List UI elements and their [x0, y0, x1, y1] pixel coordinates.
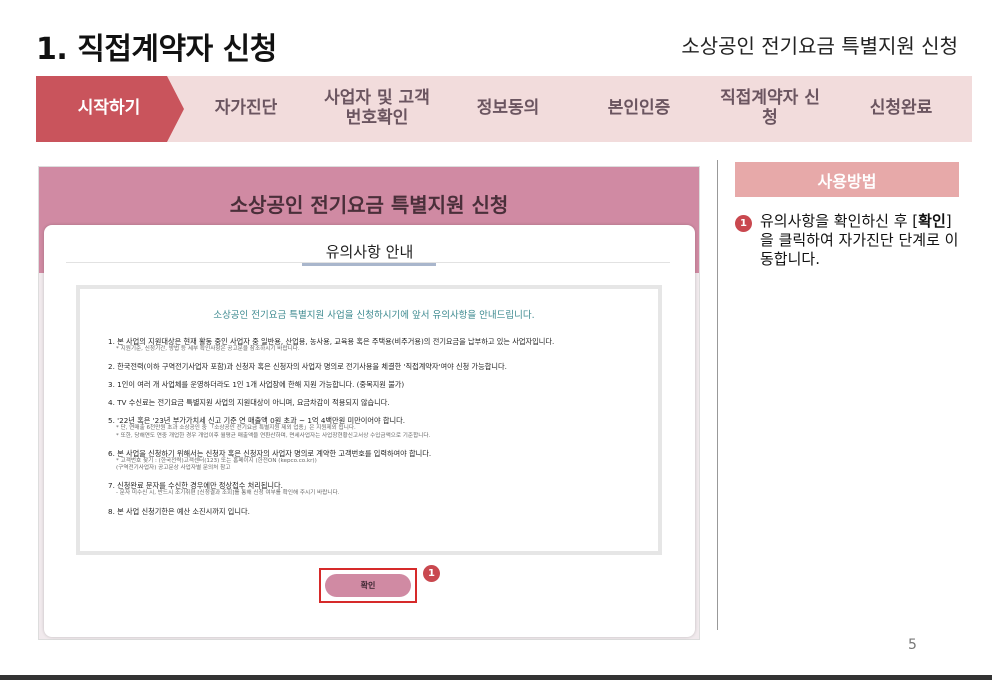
notice-intro: 소상공인 전기요금 특별지원 사업을 신청하시기에 앞서 유의사항을 안내드립니… [213, 310, 535, 321]
notice-item: 5. '22년 혹은 '23년 부가가치세 신고 기준 연 매출액 0원 초과 … [108, 416, 640, 440]
screenshot-frame: 소상공인 전기요금 특별지원 신청 유의사항 안내 소상공인 전기요금 특별지원… [38, 166, 700, 640]
notice-item-subnote: * 고객번호 찾기 : (한국전력)고객센터(123) 또는 홈페이지 (한전O… [116, 457, 317, 464]
step-direct-contract-application: 직접계약자 신청 [691, 76, 841, 142]
page-subtitle: 소상공인 전기요금 특별지원 신청 [681, 34, 958, 58]
notice-item-text: 5. '22년 혹은 '23년 부가가치세 신고 기준 연 매출액 0원 초과 … [108, 416, 406, 426]
notice-panel: 유의사항 안내 소상공인 전기요금 특별지원 사업을 신청하시기에 앞서 유의사… [44, 225, 695, 637]
screenshot-title: 소상공인 전기요금 특별지원 신청 [229, 193, 509, 217]
notice-item-subnote: * 단, 연매출 6천만원 초과 소상공인 중 「소상공인 전기요금 특별지원 … [116, 425, 356, 432]
notice-item-text: 3. 1인이 여러 개 사업체를 운영하더라도 1인 1개 사업장에 한해 지원… [108, 380, 405, 390]
notice-item: 2. 한국전력(이하 구역전기사업자 포함)과 신청자 혹은 신청자의 사업자 … [108, 362, 640, 371]
progress-steps: 시작하기 자가진단 사업자 및 고객번호확인 정보동의 본인인증 직접계약자 신… [36, 76, 972, 142]
notice-item: 8. 본 사업 신청기한은 예산 소진시까지 입니다. [108, 507, 640, 516]
notice-item-text: 8. 본 사업 신청기한은 예산 소진시까지 입니다. [108, 506, 250, 516]
notice-item-text: 2. 한국전력(이하 구역전기사업자 포함)과 신청자 혹은 신청자의 사업자 … [108, 362, 507, 372]
vertical-divider [717, 160, 718, 630]
notice-item-text: 4. TV 수신료는 전기요금 특별지원 사업의 지원대상이 아니며, 요금차감… [108, 398, 390, 408]
notice-item-subnote: (구역전기사업자) 공고문상 사업자별 문의처 참고 [116, 465, 231, 472]
notice-item-text: 7. 신청완료 문자를 수신한 경우에만 정상접수 처리됩니다. [108, 481, 283, 491]
notice-box: 소상공인 전기요금 특별지원 사업을 신청하시기에 앞서 유의사항을 안내드립니… [76, 285, 662, 555]
step-info-consent: 정보동의 [429, 76, 579, 142]
confirm-button[interactable]: 확인 [325, 574, 411, 597]
step-badge-1: 1 [423, 565, 440, 582]
notice-item-subnote: * 지원기준, 신청기간, 방법 등 세부 확인사항은 공고문을 참조하시기 바… [116, 346, 300, 352]
step-start: 시작하기 [36, 76, 186, 142]
notice-item: 7. 신청완료 문자를 수신한 경우에만 정상접수 처리됩니다. - 문자 미수신… [108, 481, 640, 497]
step-identity-verification: 본인인증 [560, 76, 710, 142]
notice-list: 1. 본 사업의 지원대상은 현재 활동 중인 사업자 중 일반용, 산업용, … [108, 337, 640, 516]
notice-heading: 유의사항 안내 [325, 243, 414, 261]
heading-underline [302, 263, 436, 266]
notice-item: 3. 1인이 여러 개 사업체를 운영하더라도 1인 1개 사업장에 한해 지원… [108, 380, 640, 389]
notice-item: 4. TV 수신료는 전기요금 특별지원 사업의 지원대상이 아니며, 요금차감… [108, 398, 640, 407]
confirm-highlight-box: 확인 [319, 568, 417, 603]
notice-item: 1. 본 사업의 지원대상은 현재 활동 중인 사업자 중 일반용, 산업용, … [108, 337, 640, 353]
usage-header: 사용방법 [735, 162, 959, 197]
notice-item: 6. 본 사업을 신청하기 위해서는 신청자 혹은 신청자의 사업자 명의로 계… [108, 449, 640, 473]
page-title: 1. 직접계약자 신청 [36, 32, 277, 67]
step-self-diagnosis: 자가진단 [167, 76, 317, 142]
usage-badge-1: 1 [735, 215, 752, 232]
step-complete: 신청완료 [822, 76, 972, 142]
usage-instruction: 유의사항을 확인하신 후 [확인]을 클릭하여 자가진단 단계로 이동합니다. [760, 212, 959, 268]
notice-item-subnote: - 문자 미수신 시, 반드시 조기취편 [신청결과 조회]를 통해 신청 여부… [116, 490, 340, 497]
notice-item-text: 6. 본 사업을 신청하기 위해서는 신청자 혹은 신청자의 사업자 명의로 계… [108, 448, 432, 458]
usage-instruction-bold: 확인 [918, 212, 946, 230]
bottom-border [0, 675, 992, 680]
notice-item-subnote: * 또한, 당해연도 연중 개업한 경우 개업이후 월평균 매출액을 연환산하며… [116, 432, 431, 439]
page-number: 5 [908, 637, 917, 653]
notice-item-text: 1. 본 사업의 지원대상은 현재 활동 중인 사업자 중 일반용, 산업용, … [108, 337, 555, 346]
step-business-customer-check: 사업자 및 고객번호확인 [298, 76, 448, 142]
